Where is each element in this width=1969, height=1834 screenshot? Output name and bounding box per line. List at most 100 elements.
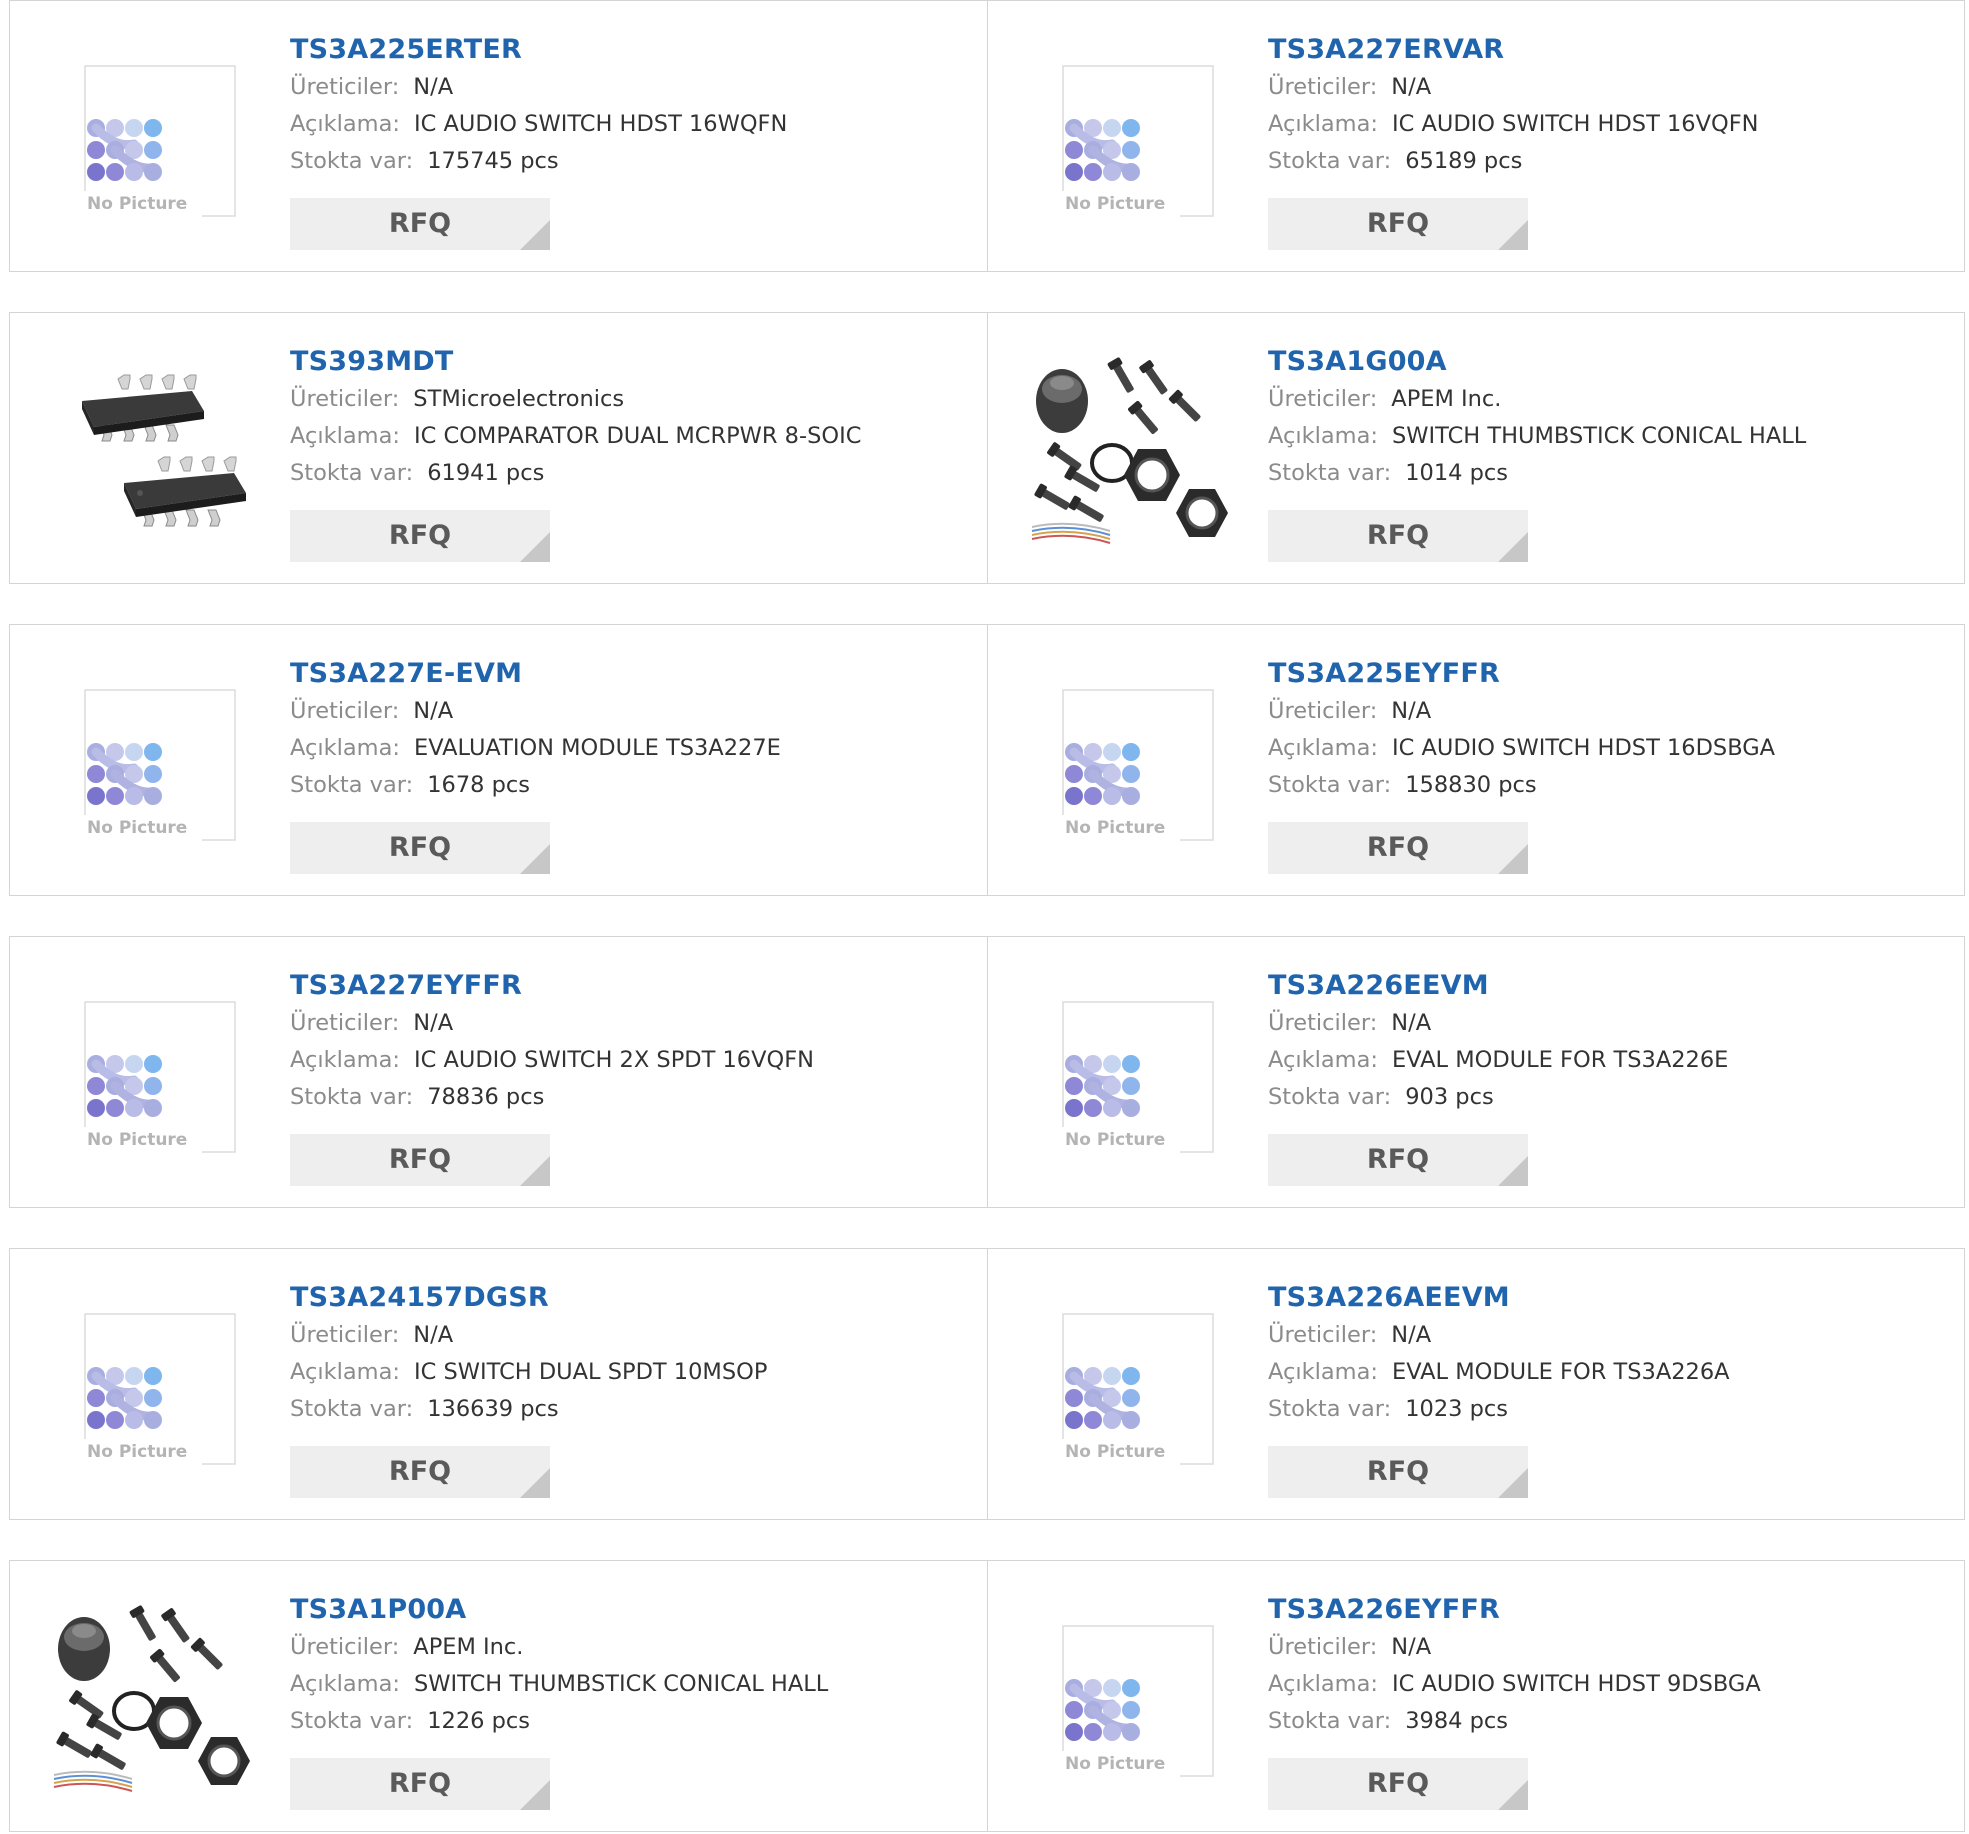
product-title-link[interactable]: TS3A226EYFFR	[1268, 1591, 1928, 1629]
product-title-link[interactable]: TS3A225EYFFR	[1268, 655, 1928, 693]
stock-row: Stokta var: 175745 pcs	[290, 143, 950, 180]
soic-chip-icon	[82, 374, 246, 527]
thumbstick-icon	[53, 1605, 250, 1792]
product-title-link[interactable]: TS393MDT	[290, 343, 950, 381]
description-value: IC AUDIO SWITCH HDST 16VQFN	[1391, 111, 1759, 137]
product-title-link[interactable]: TS3A1G00A	[1268, 343, 1928, 381]
svg-text:No Picture: No Picture	[1065, 1130, 1165, 1150]
manufacturer-label: Üreticiler:	[1268, 1010, 1378, 1036]
stock-value: 175745 pcs	[427, 148, 559, 174]
manufacturer-value: N/A	[413, 74, 454, 100]
product-image[interactable]	[52, 1601, 254, 1797]
rfq-button[interactable]: RFQ	[1268, 198, 1528, 250]
rfq-button[interactable]: RFQ	[1268, 822, 1528, 874]
product-card: No Picture TS3A24157DGSR Üreticiler: N/A …	[10, 1249, 987, 1519]
stock-value: 78836 pcs	[427, 1084, 545, 1110]
rfq-corner-decoration	[1498, 532, 1528, 562]
rfq-corner-decoration	[520, 1780, 550, 1810]
no-picture-icon: No Picture	[1060, 1001, 1214, 1157]
rfq-corner-decoration	[520, 532, 550, 562]
rfq-corner-decoration	[1498, 220, 1528, 250]
description-row: Açıklama: IC AUDIO SWITCH HDST 9DSBGA	[1268, 1666, 1928, 1703]
stock-label: Stokta var:	[290, 1084, 414, 1110]
manufacturer-row: Üreticiler: STMicroelectronics	[290, 381, 950, 418]
product-image[interactable]: No Picture	[52, 41, 254, 237]
manufacturer-value: N/A	[413, 698, 454, 724]
stock-label: Stokta var:	[290, 1708, 414, 1734]
product-image[interactable]: No Picture	[52, 665, 254, 861]
rfq-button[interactable]: RFQ	[290, 1446, 550, 1498]
manufacturer-value: N/A	[1391, 1634, 1432, 1660]
product-info: TS3A1P00A Üreticiler: APEM Inc. Açıklama:…	[290, 1591, 950, 1740]
rfq-button-label: RFQ	[1366, 208, 1430, 239]
product-image[interactable]: No Picture	[1030, 41, 1232, 237]
rfq-button[interactable]: RFQ	[290, 1758, 550, 1810]
product-title-link[interactable]: TS3A225ERTER	[290, 31, 950, 69]
product-row: No Picture TS3A24157DGSR Üreticiler: N/A …	[9, 1248, 1965, 1520]
stock-label: Stokta var:	[1268, 148, 1392, 174]
product-title-link[interactable]: TS3A24157DGSR	[290, 1279, 950, 1317]
stock-value: 136639 pcs	[427, 1396, 559, 1422]
rfq-button-label: RFQ	[388, 1144, 452, 1175]
stock-value: 1226 pcs	[427, 1708, 530, 1734]
product-title-link[interactable]: TS3A227E-EVM	[290, 655, 950, 693]
product-info: TS3A226AEEVM Üreticiler: N/A Açıklama: EVA…	[1268, 1279, 1928, 1428]
manufacturer-row: Üreticiler: N/A	[1268, 1629, 1928, 1666]
stock-value: 3984 pcs	[1405, 1708, 1508, 1734]
product-card: No Picture TS3A225EYFFR Üreticiler: N/A A…	[987, 625, 1965, 895]
description-value: IC AUDIO SWITCH 2X SPDT 16VQFN	[413, 1047, 814, 1073]
product-title-link[interactable]: TS3A226EEVM	[1268, 967, 1928, 1005]
svg-text:No Picture: No Picture	[1065, 818, 1165, 838]
rfq-button-label: RFQ	[1366, 1144, 1430, 1175]
product-info: TS3A227E-EVM Üreticiler: N/A Açıklama: EVA…	[290, 655, 950, 804]
description-value: IC AUDIO SWITCH HDST 16WQFN	[413, 111, 788, 137]
product-image[interactable]: No Picture	[1030, 665, 1232, 861]
manufacturer-value: N/A	[413, 1010, 454, 1036]
product-card: TS3A1G00A Üreticiler: APEM Inc. Açıklama:…	[987, 313, 1965, 583]
product-image[interactable]: No Picture	[1030, 977, 1232, 1173]
description-row: Açıklama: EVAL MODULE FOR TS3A226A	[1268, 1354, 1928, 1391]
stock-value: 158830 pcs	[1405, 772, 1537, 798]
product-info: TS3A225ERTER Üreticiler: N/A Açıklama: IC …	[290, 31, 950, 180]
product-image[interactable]: No Picture	[1030, 1601, 1232, 1797]
product-card: No Picture TS3A227ERVAR Üreticiler: N/A A…	[987, 1, 1965, 271]
product-image[interactable]: No Picture	[1030, 1289, 1232, 1485]
description-value: SWITCH THUMBSTICK CONICAL HALL	[1391, 423, 1807, 449]
stock-label: Stokta var:	[290, 772, 414, 798]
product-info: TS393MDT Üreticiler: STMicroelectronics A…	[290, 343, 950, 492]
rfq-button[interactable]: RFQ	[290, 1134, 550, 1186]
product-image[interactable]: No Picture	[52, 1289, 254, 1485]
rfq-button[interactable]: RFQ	[1268, 1134, 1528, 1186]
description-row: Açıklama: EVAL MODULE FOR TS3A226E	[1268, 1042, 1928, 1079]
product-title-link[interactable]: TS3A1P00A	[290, 1591, 950, 1629]
stock-label: Stokta var:	[1268, 460, 1392, 486]
rfq-button[interactable]: RFQ	[290, 510, 550, 562]
product-title-link[interactable]: TS3A227EYFFR	[290, 967, 950, 1005]
product-title-link[interactable]: TS3A226AEEVM	[1268, 1279, 1928, 1317]
rfq-button[interactable]: RFQ	[1268, 1446, 1528, 1498]
product-row: TS393MDT Üreticiler: STMicroelectronics A…	[9, 312, 1965, 584]
description-row: Açıklama: SWITCH THUMBSTICK CONICAL HALL	[1268, 418, 1928, 455]
stock-row: Stokta var: 903 pcs	[1268, 1079, 1928, 1116]
product-row: No Picture TS3A227EYFFR Üreticiler: N/A A…	[9, 936, 1965, 1208]
product-title-link[interactable]: TS3A227ERVAR	[1268, 31, 1928, 69]
stock-row: Stokta var: 1023 pcs	[1268, 1391, 1928, 1428]
description-label: Açıklama:	[290, 1671, 400, 1697]
svg-text:No Picture: No Picture	[87, 194, 187, 214]
thumbstick-icon	[1031, 357, 1228, 544]
rfq-button[interactable]: RFQ	[1268, 1758, 1528, 1810]
description-value: EVALUATION MODULE TS3A227E	[413, 735, 781, 761]
product-image[interactable]	[1030, 353, 1232, 549]
description-label: Açıklama:	[290, 1047, 400, 1073]
rfq-button-label: RFQ	[1366, 1456, 1430, 1487]
rfq-button[interactable]: RFQ	[290, 822, 550, 874]
stock-label: Stokta var:	[1268, 772, 1392, 798]
rfq-corner-decoration	[520, 844, 550, 874]
manufacturer-value: N/A	[1391, 698, 1432, 724]
description-label: Açıklama:	[1268, 1047, 1378, 1073]
rfq-button[interactable]: RFQ	[1268, 510, 1528, 562]
product-image[interactable]	[52, 353, 254, 549]
product-image[interactable]: No Picture	[52, 977, 254, 1173]
rfq-button[interactable]: RFQ	[290, 198, 550, 250]
manufacturer-label: Üreticiler:	[1268, 1322, 1378, 1348]
